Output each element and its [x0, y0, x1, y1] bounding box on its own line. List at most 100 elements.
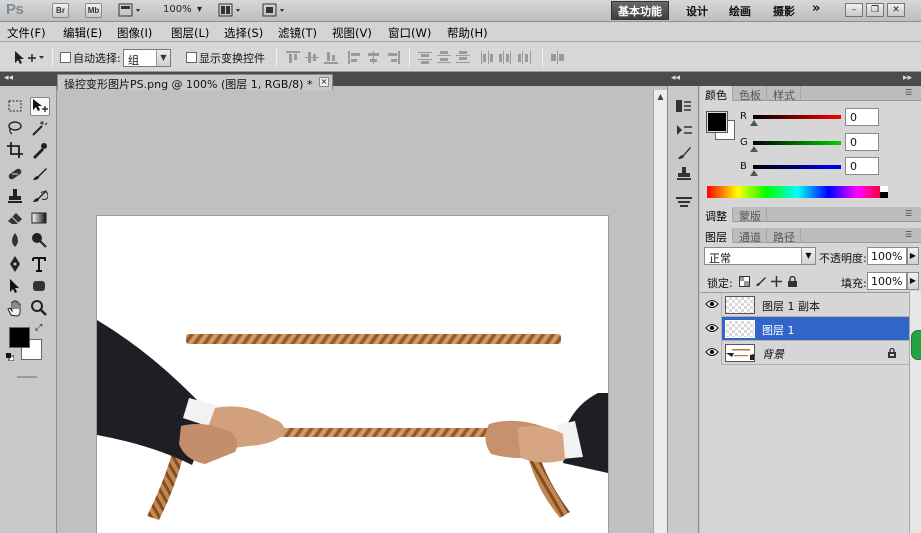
gradient-tool-icon[interactable] [30, 209, 50, 228]
green-slider-handle[interactable] [750, 146, 758, 152]
align-left-icon[interactable] [348, 51, 362, 64]
auto-select-dropdown[interactable]: 组 ▼ [123, 49, 171, 67]
layer-row-layer1[interactable]: 图层 1 [700, 317, 921, 341]
blue-slider-handle[interactable] [750, 170, 758, 176]
image-canvas[interactable] [97, 216, 608, 533]
swap-colors-icon[interactable]: ⤢ [35, 323, 42, 333]
distribute-right-icon[interactable] [518, 51, 532, 64]
healing-brush-tool-icon[interactable] [6, 165, 26, 184]
character-panel-icon[interactable] [675, 194, 693, 210]
menu-view[interactable]: 视图(V) [332, 25, 372, 41]
green-value-input[interactable]: 0 [845, 133, 879, 151]
color-fg-swatch[interactable] [707, 112, 727, 132]
fill-input[interactable]: 100% [867, 272, 907, 290]
workspace-photography[interactable]: 摄影 [773, 3, 795, 19]
menu-layer[interactable]: 图层(L) [171, 25, 209, 41]
distribute-bottom-icon[interactable] [456, 51, 470, 64]
screen-mode-icon[interactable] [262, 3, 288, 18]
zoom-tool-icon[interactable] [30, 299, 50, 318]
path-selection-tool-icon[interactable] [6, 277, 26, 296]
auto-select-checkbox[interactable] [60, 52, 71, 63]
type-tool-icon[interactable] [30, 255, 50, 274]
foreground-color-swatch[interactable] [9, 327, 30, 348]
zoom-dropdown-icon[interactable]: ▾ [197, 4, 202, 15]
scroll-up-icon[interactable]: ▲ [655, 92, 666, 102]
close-icon[interactable]: ✕ [887, 3, 905, 17]
distribute-left-icon[interactable] [480, 51, 494, 64]
minibridge-button[interactable]: Mb [85, 3, 102, 18]
tab-color[interactable]: 颜色 [700, 86, 733, 102]
menu-edit[interactable]: 编辑(E) [63, 25, 102, 41]
tab-layers[interactable]: 图层 [700, 228, 733, 244]
red-value-input[interactable]: 0 [845, 108, 879, 126]
history-brush-tool-icon[interactable] [30, 187, 50, 206]
brush-tool-icon[interactable] [30, 165, 50, 184]
tab-adjustments[interactable]: 调整 [700, 207, 733, 223]
crop-tool-icon[interactable] [6, 141, 26, 160]
menu-select[interactable]: 选择(S) [224, 25, 263, 41]
layers-scrollbar[interactable] [909, 291, 921, 533]
default-colors-icon[interactable] [6, 351, 15, 362]
menu-help[interactable]: 帮助(H) [447, 25, 488, 41]
lock-transparency-icon[interactable] [739, 276, 750, 287]
green-slider[interactable] [753, 141, 841, 145]
history-panel-icon[interactable] [675, 98, 693, 114]
close-tab-icon[interactable]: × [319, 77, 329, 87]
show-transform-checkbox[interactable] [186, 52, 197, 63]
align-right-icon[interactable] [386, 51, 400, 64]
opacity-slider-icon[interactable]: ▶ [907, 247, 919, 265]
collapse-toolbox-icon[interactable]: ◂◂ [4, 73, 13, 83]
shape-tool-icon[interactable] [30, 277, 50, 296]
distribute-top-icon[interactable] [418, 51, 432, 64]
magic-wand-tool-icon[interactable] [30, 119, 50, 138]
workspace-painting[interactable]: 绘画 [729, 3, 751, 19]
workspace-essentials[interactable]: 基本功能 [611, 1, 669, 20]
blue-value-input[interactable]: 0 [845, 157, 879, 175]
align-top-icon[interactable] [286, 51, 300, 64]
distribute-vcenter-icon[interactable] [437, 51, 451, 64]
visibility-toggle[interactable] [700, 341, 722, 365]
blur-tool-icon[interactable] [6, 231, 26, 250]
dodge-tool-icon[interactable] [30, 231, 50, 250]
workspace-design[interactable]: 设计 [686, 3, 708, 19]
minimize-icon[interactable]: – [845, 3, 863, 17]
canvas-vertical-scrollbar[interactable]: ▲ [653, 90, 667, 533]
blend-mode-dropdown[interactable]: 正常 ▼ [704, 247, 816, 265]
panel-menu-icon[interactable]: ☰ [905, 209, 917, 219]
red-slider-handle[interactable] [750, 120, 758, 126]
blue-slider[interactable] [753, 165, 841, 169]
document-tab[interactable]: 操控变形图片PS.png @ 100% (图层 1, RGB/8) * × [57, 74, 333, 91]
collapse-dock-icon[interactable]: ◂◂ [671, 73, 680, 83]
visibility-toggle[interactable] [700, 293, 722, 317]
floating-green-button[interactable] [911, 330, 921, 360]
tab-swatches[interactable]: 色板 [734, 86, 767, 102]
pen-tool-icon[interactable] [6, 255, 26, 274]
eyedropper-tool-icon[interactable] [30, 141, 50, 160]
clone-source-panel-icon[interactable] [675, 166, 693, 182]
eraser-tool-icon[interactable] [6, 209, 26, 228]
distribute-hcenter-icon[interactable] [499, 51, 513, 64]
actions-panel-icon[interactable] [675, 122, 693, 138]
red-slider[interactable] [753, 115, 841, 119]
view-extras-icon[interactable] [118, 3, 144, 18]
brushes-panel-icon[interactable] [675, 144, 693, 160]
fill-slider-icon[interactable]: ▶ [907, 272, 919, 290]
hand-tool-icon[interactable] [6, 299, 26, 318]
menu-window[interactable]: 窗口(W) [388, 25, 431, 41]
panel-menu-icon[interactable]: ☰ [905, 88, 917, 98]
lock-all-icon[interactable] [787, 275, 798, 287]
quick-mask-icon[interactable] [17, 376, 37, 378]
zoom-level[interactable]: 100% [163, 4, 192, 15]
tab-paths[interactable]: 路径 [768, 228, 801, 244]
tab-styles[interactable]: 样式 [768, 86, 801, 102]
lock-position-icon[interactable] [771, 276, 782, 287]
align-horizontal-center-icon[interactable] [367, 51, 381, 64]
move-tool-icon[interactable] [30, 97, 50, 116]
collapse-panels-icon[interactable]: ▸▸ [903, 73, 912, 83]
lasso-tool-icon[interactable] [6, 119, 26, 138]
marquee-tool-icon[interactable] [6, 97, 26, 116]
menu-image[interactable]: 图像(I) [117, 25, 152, 41]
layer-row-copy[interactable]: 图层 1 副本 [700, 293, 921, 317]
tab-masks[interactable]: 蒙版 [734, 207, 767, 223]
menu-file[interactable]: 文件(F) [7, 25, 46, 41]
